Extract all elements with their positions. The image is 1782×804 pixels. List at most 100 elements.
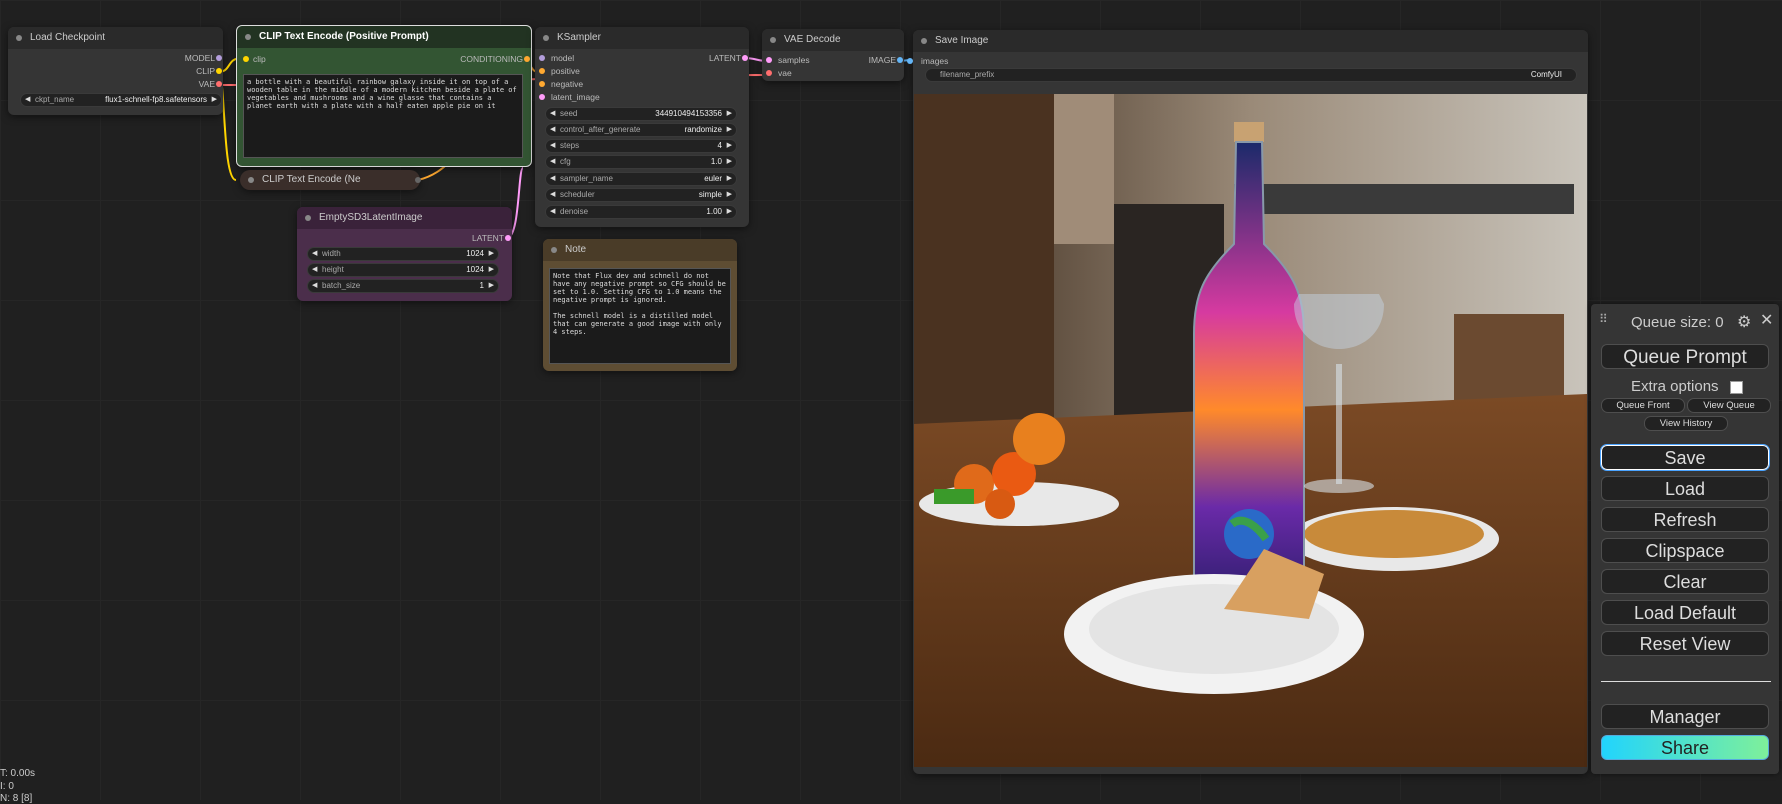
socket-dot[interactable] bbox=[243, 56, 249, 62]
left-arrow-icon[interactable]: ◀ bbox=[550, 173, 555, 185]
left-arrow-icon[interactable]: ◀ bbox=[550, 140, 555, 152]
left-arrow-icon[interactable]: ◀ bbox=[550, 124, 555, 136]
cfg-widget[interactable]: ◀ cfg 1.0 ▶ bbox=[545, 155, 737, 169]
node-load-checkpoint[interactable]: Load Checkpoint MODEL CLIP VAE ◀ ckpt_na… bbox=[8, 27, 223, 115]
input-vae[interactable]: vae bbox=[766, 67, 836, 79]
node-title[interactable]: Note bbox=[543, 239, 737, 261]
node-title[interactable]: CLIP Text Encode (Positive Prompt) bbox=[237, 26, 531, 48]
load-button[interactable]: Load bbox=[1601, 476, 1769, 501]
node-vae-decode[interactable]: VAE Decode samples vae IMAGE bbox=[762, 29, 904, 81]
left-arrow-icon[interactable]: ◀ bbox=[25, 94, 30, 106]
left-arrow-icon[interactable]: ◀ bbox=[550, 206, 555, 218]
left-arrow-icon[interactable]: ◀ bbox=[312, 264, 317, 276]
clear-button[interactable]: Clear bbox=[1601, 569, 1769, 594]
socket-dot[interactable] bbox=[415, 177, 421, 183]
height-widget[interactable]: ◀ height 1024 ▶ bbox=[307, 263, 499, 277]
socket-dot[interactable] bbox=[742, 55, 748, 61]
right-arrow-icon[interactable]: ▶ bbox=[489, 280, 494, 292]
right-arrow-icon[interactable]: ▶ bbox=[727, 140, 732, 152]
node-save-image[interactable]: Save Image images filename_prefix ComfyUI bbox=[907, 30, 1588, 774]
node-clip-text-positive[interactable]: CLIP Text Encode (Positive Prompt) clip … bbox=[236, 25, 532, 167]
view-history-button[interactable]: View History bbox=[1644, 416, 1728, 431]
collapse-dot[interactable] bbox=[16, 35, 22, 41]
socket-dot[interactable] bbox=[539, 68, 545, 74]
node-note[interactable]: Note Note that Flux dev and schnell do n… bbox=[543, 239, 737, 371]
share-button[interactable]: Share bbox=[1601, 735, 1769, 760]
node-clip-text-negative[interactable]: CLIP Text Encode (Ne bbox=[240, 170, 421, 190]
collapse-dot[interactable] bbox=[770, 37, 776, 43]
sampler-name-widget[interactable]: ◀ sampler_name euler ▶ bbox=[545, 172, 737, 186]
socket-dot[interactable] bbox=[766, 57, 772, 63]
socket-dot[interactable] bbox=[216, 81, 222, 87]
drag-handle-icon[interactable]: ⠿ bbox=[1599, 312, 1608, 326]
node-title[interactable]: EmptySD3LatentImage bbox=[297, 207, 512, 229]
control-after-generate-widget[interactable]: ◀ control_after_generate randomize ▶ bbox=[545, 123, 737, 137]
extra-options-checkbox[interactable] bbox=[1730, 381, 1743, 394]
right-arrow-icon[interactable]: ▶ bbox=[727, 173, 732, 185]
node-title[interactable]: KSampler bbox=[535, 27, 749, 49]
right-arrow-icon[interactable]: ▶ bbox=[727, 108, 732, 120]
right-arrow-icon[interactable]: ▶ bbox=[727, 189, 732, 201]
output-vae[interactable]: VAE bbox=[135, 78, 222, 90]
socket-dot[interactable] bbox=[766, 70, 772, 76]
socket-dot[interactable] bbox=[539, 55, 545, 61]
prompt-textarea[interactable]: a bottle with a beautiful rainbow galaxy… bbox=[243, 74, 523, 158]
left-arrow-icon[interactable]: ◀ bbox=[550, 156, 555, 168]
socket-dot[interactable] bbox=[524, 56, 530, 62]
input-samples[interactable]: samples bbox=[766, 54, 836, 66]
input-negative[interactable]: negative bbox=[539, 78, 629, 90]
load-default-button[interactable]: Load Default bbox=[1601, 600, 1769, 625]
steps-widget[interactable]: ◀ steps 4 ▶ bbox=[545, 139, 737, 153]
socket-dot[interactable] bbox=[505, 235, 511, 241]
right-arrow-icon[interactable]: ▶ bbox=[489, 264, 494, 276]
ckpt-name-combo[interactable]: ◀ ckpt_name flux1-schnell-fp8.safetensor… bbox=[20, 93, 222, 107]
output-clip[interactable]: CLIP bbox=[135, 65, 222, 77]
settings-gear-icon[interactable]: ⚙ bbox=[1737, 312, 1751, 332]
width-widget[interactable]: ◀ width 1024 ▶ bbox=[307, 247, 499, 261]
right-arrow-icon[interactable]: ▶ bbox=[727, 156, 732, 168]
queue-prompt-button[interactable]: Queue Prompt bbox=[1601, 344, 1769, 369]
collapse-dot[interactable] bbox=[245, 34, 251, 40]
socket-dot[interactable] bbox=[897, 57, 903, 63]
scheduler-widget[interactable]: ◀ scheduler simple ▶ bbox=[545, 188, 737, 202]
node-title[interactable]: CLIP Text Encode (Ne bbox=[240, 170, 420, 190]
node-title[interactable]: Load Checkpoint bbox=[8, 27, 223, 49]
seed-widget[interactable]: ◀ seed 344910494153356 ▶ bbox=[545, 107, 737, 121]
clipspace-button[interactable]: Clipspace bbox=[1601, 538, 1769, 563]
node-empty-sd3-latent[interactable]: EmptySD3LatentImage LATENT ◀ width 1024 ▶ ◀… bbox=[297, 207, 512, 301]
socket-dot[interactable] bbox=[216, 55, 222, 61]
batch-size-widget[interactable]: ◀ batch_size 1 ▶ bbox=[307, 279, 499, 293]
filename-prefix-widget[interactable]: filename_prefix ComfyUI bbox=[925, 68, 1577, 82]
collapse-dot[interactable] bbox=[543, 35, 549, 41]
output-conditioning[interactable]: CONDITIONING bbox=[423, 53, 530, 65]
right-arrow-icon[interactable]: ▶ bbox=[212, 94, 217, 106]
collapse-dot[interactable] bbox=[305, 215, 311, 221]
save-button[interactable]: Save bbox=[1600, 444, 1770, 471]
socket-dot[interactable] bbox=[907, 58, 913, 64]
input-latent-image[interactable]: latent_image bbox=[539, 91, 629, 103]
node-title[interactable]: VAE Decode bbox=[762, 29, 904, 51]
collapse-dot[interactable] bbox=[551, 247, 557, 253]
input-images[interactable]: images bbox=[907, 55, 987, 67]
input-model[interactable]: model bbox=[539, 52, 629, 64]
collapse-dot[interactable] bbox=[921, 38, 927, 44]
socket-dot[interactable] bbox=[539, 81, 545, 87]
node-title[interactable]: Save Image bbox=[913, 30, 1588, 52]
collapse-dot[interactable] bbox=[248, 177, 254, 183]
socket-dot[interactable] bbox=[216, 68, 222, 74]
input-positive[interactable]: positive bbox=[539, 65, 629, 77]
left-arrow-icon[interactable]: ◀ bbox=[312, 248, 317, 260]
refresh-button[interactable]: Refresh bbox=[1601, 507, 1769, 532]
input-clip[interactable]: clip bbox=[243, 53, 303, 65]
left-arrow-icon[interactable]: ◀ bbox=[312, 280, 317, 292]
queue-front-button[interactable]: Queue Front bbox=[1601, 398, 1685, 413]
socket-dot[interactable] bbox=[539, 94, 545, 100]
denoise-widget[interactable]: ◀ denoise 1.00 ▶ bbox=[545, 205, 737, 219]
output-image[interactable]: IMAGE bbox=[836, 54, 903, 66]
manager-button[interactable]: Manager bbox=[1601, 704, 1769, 729]
reset-view-button[interactable]: Reset View bbox=[1601, 631, 1769, 656]
output-model[interactable]: MODEL bbox=[135, 52, 222, 64]
left-arrow-icon[interactable]: ◀ bbox=[550, 189, 555, 201]
note-textarea[interactable]: Note that Flux dev and schnell do not ha… bbox=[549, 268, 731, 364]
view-queue-button[interactable]: View Queue bbox=[1687, 398, 1771, 413]
